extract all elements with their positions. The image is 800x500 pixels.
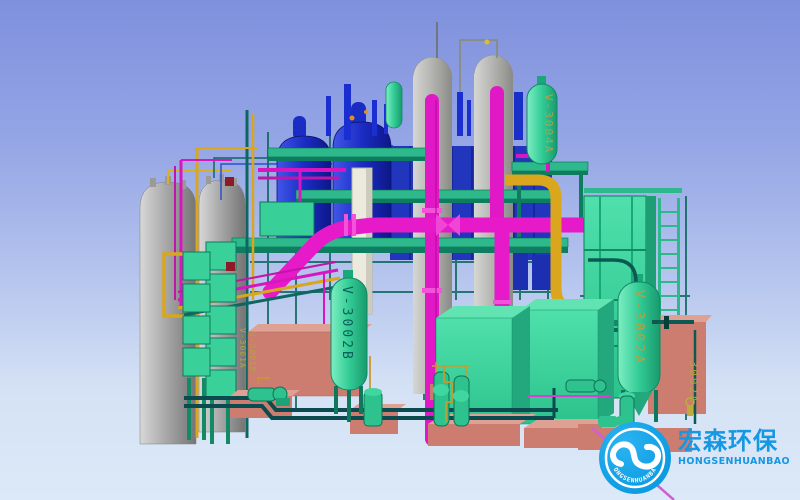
company-name-block: 宏森环保 HONGSENHUANBAO — [678, 428, 798, 467]
equipment-tag-3002a: -3002A — [687, 352, 700, 404]
equipment-label-v3001a: V-3001A — [238, 328, 247, 369]
logo-badge-text: HONGSENHUANBAO — [599, 422, 658, 485]
main-deck — [232, 238, 568, 253]
3d-plant-render: V-3004A V-3002B V-3002A -3002A V-3001A V… — [0, 0, 800, 500]
equipment-label-v3002b: V-3002B — [339, 286, 354, 362]
pump-4 — [566, 380, 606, 392]
small-green-column — [386, 82, 402, 128]
equipment-label-v3002a: V-3002A — [631, 290, 646, 366]
valve-stem-body — [687, 406, 693, 416]
equipment-label-v3004a: V-3004A — [542, 94, 555, 154]
company-name-cn: 宏森环保 — [678, 428, 798, 454]
plant-model-canvas: V-3004A V-3002B V-3002A -3002A V-3001A V… — [0, 0, 800, 500]
valve-handwheel — [226, 262, 235, 271]
valve-handwheel — [225, 177, 234, 186]
company-name-en: HONGSENHUANBAO — [678, 456, 798, 467]
equipment-label-v3001b: V-3001B — [248, 332, 257, 373]
company-logo-badge: HONGSENHUANBAO — [599, 422, 671, 494]
logo-h-icon — [613, 444, 658, 466]
